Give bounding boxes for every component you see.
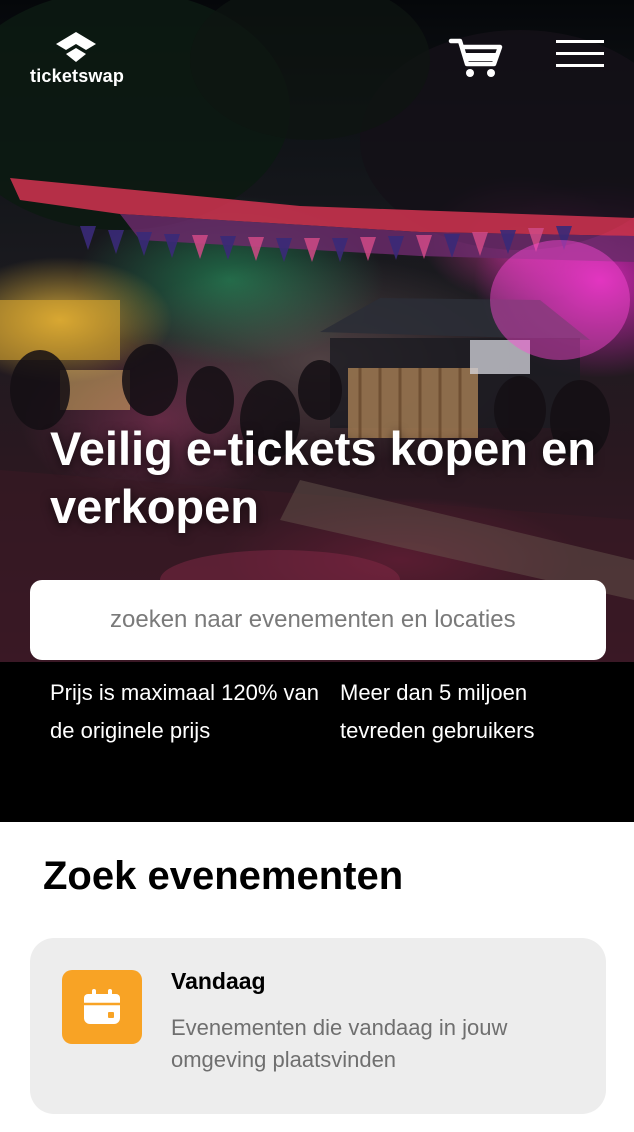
hero: ticketswap Veilig e-tickets kopen en ver… (0, 0, 634, 662)
ticketswap-logo-icon (56, 32, 96, 62)
event-card-today[interactable]: Vandaag Evenementen die vandaag in jouw … (30, 938, 606, 1114)
menu-button[interactable] (554, 38, 606, 70)
ticketswap-logo[interactable]: ticketswap (30, 30, 130, 92)
card-description: Evenementen die vandaag in jouw omgeving… (171, 1015, 508, 1072)
card-title: Vandaag (171, 968, 266, 994)
section-title: Zoek evenementen (43, 854, 404, 898)
search-input[interactable] (110, 606, 570, 634)
usp-band: Prijs is maximaal 120% van de originele … (0, 662, 634, 822)
hero-background-photo (0, 0, 634, 662)
calendar-icon-tile (62, 970, 142, 1044)
usp-max-price: Prijs is maximaal 120% van de originele … (50, 680, 319, 743)
calendar-icon (84, 989, 120, 1024)
hero-headline: Veilig e-tickets kopen en verkopen (50, 422, 596, 533)
usp-happy-users: Meer dan 5 miljoen tevreden gebruikers (340, 680, 535, 743)
cart-button[interactable] (448, 36, 504, 80)
hamburger-menu-icon (556, 40, 604, 67)
cart-icon (448, 38, 503, 77)
logo-text: ticketswap (30, 66, 125, 86)
search-bar[interactable] (30, 580, 606, 660)
